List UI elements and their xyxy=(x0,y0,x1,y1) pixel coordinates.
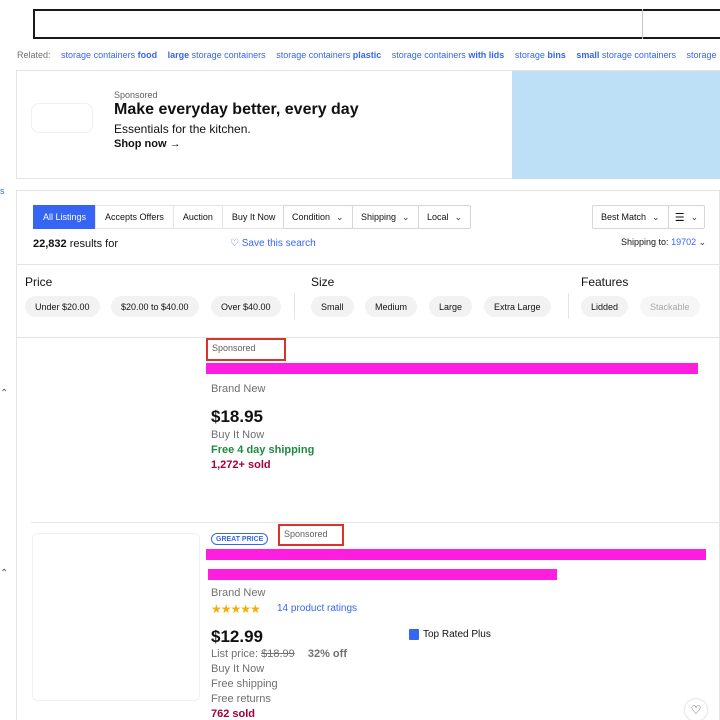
facet-size-small[interactable]: Small xyxy=(311,296,354,317)
item-1-shipping: Free 4 day shipping xyxy=(211,444,315,456)
chevron-up-icon[interactable]: ⌃ xyxy=(0,568,8,579)
banner-image[interactable] xyxy=(512,71,720,179)
facet-size-large[interactable]: Large xyxy=(429,296,473,317)
tab-auction[interactable]: Auction xyxy=(172,205,223,229)
results-count-number: 22,832 xyxy=(33,238,67,250)
divider xyxy=(17,337,720,338)
sort-dropdown[interactable]: Best Match ⌄ xyxy=(592,205,669,229)
related-link-food[interactable]: storage containers food xyxy=(61,50,157,60)
facet-price-under-20[interactable]: Under $20.00 xyxy=(25,296,100,317)
facet-features-stackable[interactable]: Stackable xyxy=(640,296,700,317)
item-2-star-rating-icon: ★★★★★ xyxy=(211,602,261,616)
tab-buy-it-now[interactable]: Buy It Now xyxy=(221,205,286,229)
listing-format-tabs: All Listings Accepts Offers Auction Buy … xyxy=(33,205,286,229)
search-divider xyxy=(642,9,643,39)
item-2-list-price: List price: $18.99 32% off xyxy=(211,648,347,660)
item-2-ratings-link[interactable]: 14 product ratings xyxy=(277,603,357,614)
shipping-zip[interactable]: 19702 xyxy=(671,237,696,247)
tab-accepts-offers[interactable]: Accepts Offers xyxy=(95,205,174,229)
item-1-title-redaction[interactable] xyxy=(206,363,698,374)
related-label: Related: xyxy=(17,50,51,60)
facet-price-over-40[interactable]: Over $40.00 xyxy=(211,296,281,317)
shipping-dropdown[interactable]: Shipping ⌄ xyxy=(352,205,419,229)
results-panel: All Listings Accepts Offers Auction Buy … xyxy=(16,190,720,720)
item-2-shipping: Free shipping xyxy=(211,678,278,690)
facet-price-heading: Price xyxy=(25,275,53,289)
related-link-large[interactable]: large storage containers xyxy=(168,50,266,60)
divider xyxy=(17,264,720,265)
results-count: 22,832 results for xyxy=(33,238,118,250)
banner-shop-now-link[interactable]: Shop now → xyxy=(114,138,181,150)
item-1-format: Buy It Now xyxy=(211,429,265,441)
banner-title: Make everyday better, every day xyxy=(114,101,359,118)
facet-separator xyxy=(294,293,295,319)
banner-logo-placeholder xyxy=(31,103,93,133)
save-search-label: Save this search xyxy=(241,238,316,249)
view-toggle-dropdown[interactable]: ☰ ⌄ xyxy=(668,205,705,229)
facet-size-extra-large[interactable]: Extra Large xyxy=(484,296,551,317)
item-2-great-price-badge: GREAT PRICE xyxy=(211,533,269,545)
facet-size-heading: Size xyxy=(311,275,335,289)
local-label: Local xyxy=(427,212,449,222)
item-2-top-rated-plus: Top Rated Plus xyxy=(409,629,491,640)
divider xyxy=(31,522,720,523)
facet-features-lidded[interactable]: Lidded xyxy=(581,296,629,317)
banner-sponsored-label: Sponsored xyxy=(114,90,158,100)
facet-price-20-40[interactable]: $20.00 to $40.00 xyxy=(111,296,199,317)
ebay-search-results-page: Related: storage containers food large s… xyxy=(0,0,720,720)
left-edge-fragment: s xyxy=(0,186,5,196)
item-1-condition: Brand New xyxy=(211,383,266,395)
results-count-suffix: results for xyxy=(66,238,119,250)
shipping-label: Shipping xyxy=(361,212,397,222)
tab-all-listings[interactable]: All Listings xyxy=(33,205,97,229)
related-link-small[interactable]: small storage containers xyxy=(576,50,676,60)
item-2-title-redaction-line-1[interactable] xyxy=(206,549,706,560)
chevron-down-icon: ⌄ xyxy=(336,211,344,222)
condition-label: Condition xyxy=(292,212,331,222)
related-link-storage[interactable]: storage xyxy=(686,50,716,60)
item-2-returns: Free returns xyxy=(211,693,271,705)
shipping-to[interactable]: Shipping to: 19702 ⌄ xyxy=(621,237,706,248)
heart-icon: ♡ xyxy=(230,238,239,249)
list-price-value: $18.99 xyxy=(261,648,295,660)
related-searches: Related: storage containers food large s… xyxy=(17,50,717,60)
item-2-sold: 762 sold xyxy=(211,708,256,720)
watch-heart-icon[interactable]: ♡ xyxy=(685,699,707,720)
sort-label: Best Match xyxy=(601,212,647,222)
item-1-price: $18.95 xyxy=(211,407,263,426)
item-2-sponsored-label: Sponsored xyxy=(278,524,344,546)
item-2-image[interactable] xyxy=(32,533,200,701)
local-dropdown[interactable]: Local ⌄ xyxy=(418,205,472,229)
item-2-condition: Brand New xyxy=(211,587,266,599)
banner-subtitle: Essentials for the kitchen. xyxy=(114,122,251,136)
top-rated-badge-icon xyxy=(409,629,419,640)
chevron-down-icon: ⌄ xyxy=(690,211,699,222)
item-2-format: Buy It Now xyxy=(211,663,265,675)
chevron-up-icon[interactable]: ⌃ xyxy=(0,388,8,399)
shipping-to-label: Shipping to: xyxy=(621,237,669,247)
facet-separator xyxy=(568,293,569,319)
save-search-link[interactable]: ♡ Save this search xyxy=(230,238,316,249)
item-1-sponsored-label: Sponsored xyxy=(206,338,286,361)
list-price-label: List price: xyxy=(211,648,259,660)
facet-features-heading: Features xyxy=(581,275,629,289)
item-2-title-redaction-line-2[interactable] xyxy=(208,569,557,580)
search-input[interactable] xyxy=(33,9,720,39)
related-link-with-lids[interactable]: storage containers with lids xyxy=(392,50,505,60)
related-link-plastic[interactable]: storage containers plastic xyxy=(276,50,381,60)
chevron-down-icon: ⌄ xyxy=(402,211,410,222)
chevron-down-icon: ⌄ xyxy=(652,211,660,222)
facet-size-medium[interactable]: Medium xyxy=(365,296,418,317)
discount-label: 32% off xyxy=(307,648,347,660)
list-view-icon: ☰ xyxy=(674,211,685,224)
chevron-down-icon: ⌄ xyxy=(698,237,707,247)
condition-dropdown[interactable]: Condition ⌄ xyxy=(283,205,353,229)
top-rated-label: Top Rated Plus xyxy=(423,629,491,640)
related-link-bins[interactable]: storage bins xyxy=(515,50,566,60)
sponsored-banner[interactable]: Sponsored Make everyday better, every da… xyxy=(16,70,720,179)
chevron-down-icon: ⌄ xyxy=(454,211,463,222)
item-1-sold: 1,272+ sold xyxy=(211,459,271,471)
item-2-price: $12.99 xyxy=(211,627,263,646)
